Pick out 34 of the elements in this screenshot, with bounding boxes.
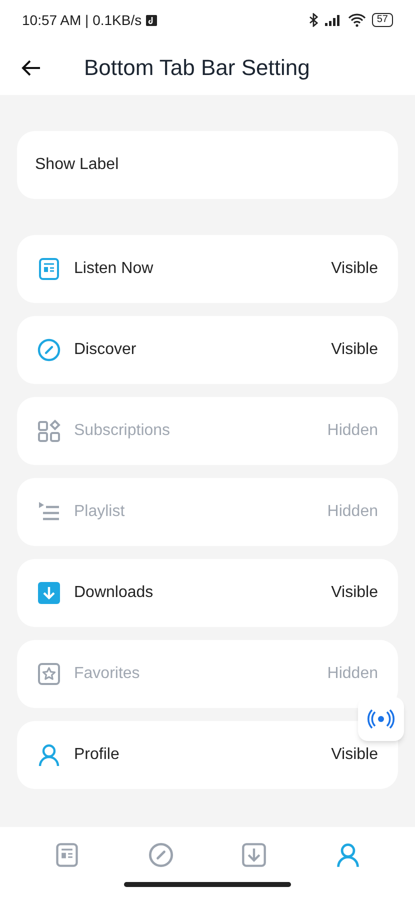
download-icon — [37, 581, 61, 605]
tab-setting-row[interactable]: Downloads Visible — [17, 559, 398, 627]
visibility-status: Hidden — [327, 664, 378, 684]
document-icon — [37, 257, 61, 281]
signal-icon — [324, 13, 342, 27]
visibility-status: Visible — [331, 583, 378, 603]
compass-icon — [37, 338, 61, 362]
tab-name: Listen Now — [74, 259, 154, 279]
tab-name: Profile — [74, 745, 120, 765]
app-notification-icon — [146, 14, 157, 26]
visibility-status: Visible — [331, 340, 378, 360]
visibility-status: Visible — [331, 259, 378, 279]
broadcast-icon — [367, 709, 395, 729]
show-label-row[interactable]: Show Label — [17, 131, 398, 199]
tab-name: Subscriptions — [74, 421, 170, 441]
page-title: Bottom Tab Bar Setting — [84, 54, 310, 82]
bluetooth-icon — [308, 13, 318, 27]
visibility-status: Visible — [331, 745, 378, 765]
tab-setting-row[interactable]: Listen Now Visible — [17, 235, 398, 303]
broadcast-button[interactable] — [358, 697, 404, 741]
grid-icon — [37, 419, 61, 443]
tab-name: Downloads — [74, 583, 154, 603]
visibility-status: Hidden — [327, 502, 378, 522]
tab-name: Playlist — [74, 502, 125, 522]
battery-indicator: 57 — [372, 13, 393, 27]
tab-name: Favorites — [74, 664, 140, 684]
tab-setting-row[interactable]: Discover Visible — [17, 316, 398, 384]
visibility-status: Hidden — [327, 421, 378, 441]
tab-name: Discover — [74, 340, 136, 360]
wifi-icon — [348, 13, 366, 27]
person-icon — [37, 743, 61, 767]
tab-setting-row[interactable]: Profile Visible — [17, 721, 398, 789]
status-time: 10:57 AM | 0.1KB/s — [22, 10, 142, 30]
show-label-text: Show Label — [35, 155, 119, 175]
